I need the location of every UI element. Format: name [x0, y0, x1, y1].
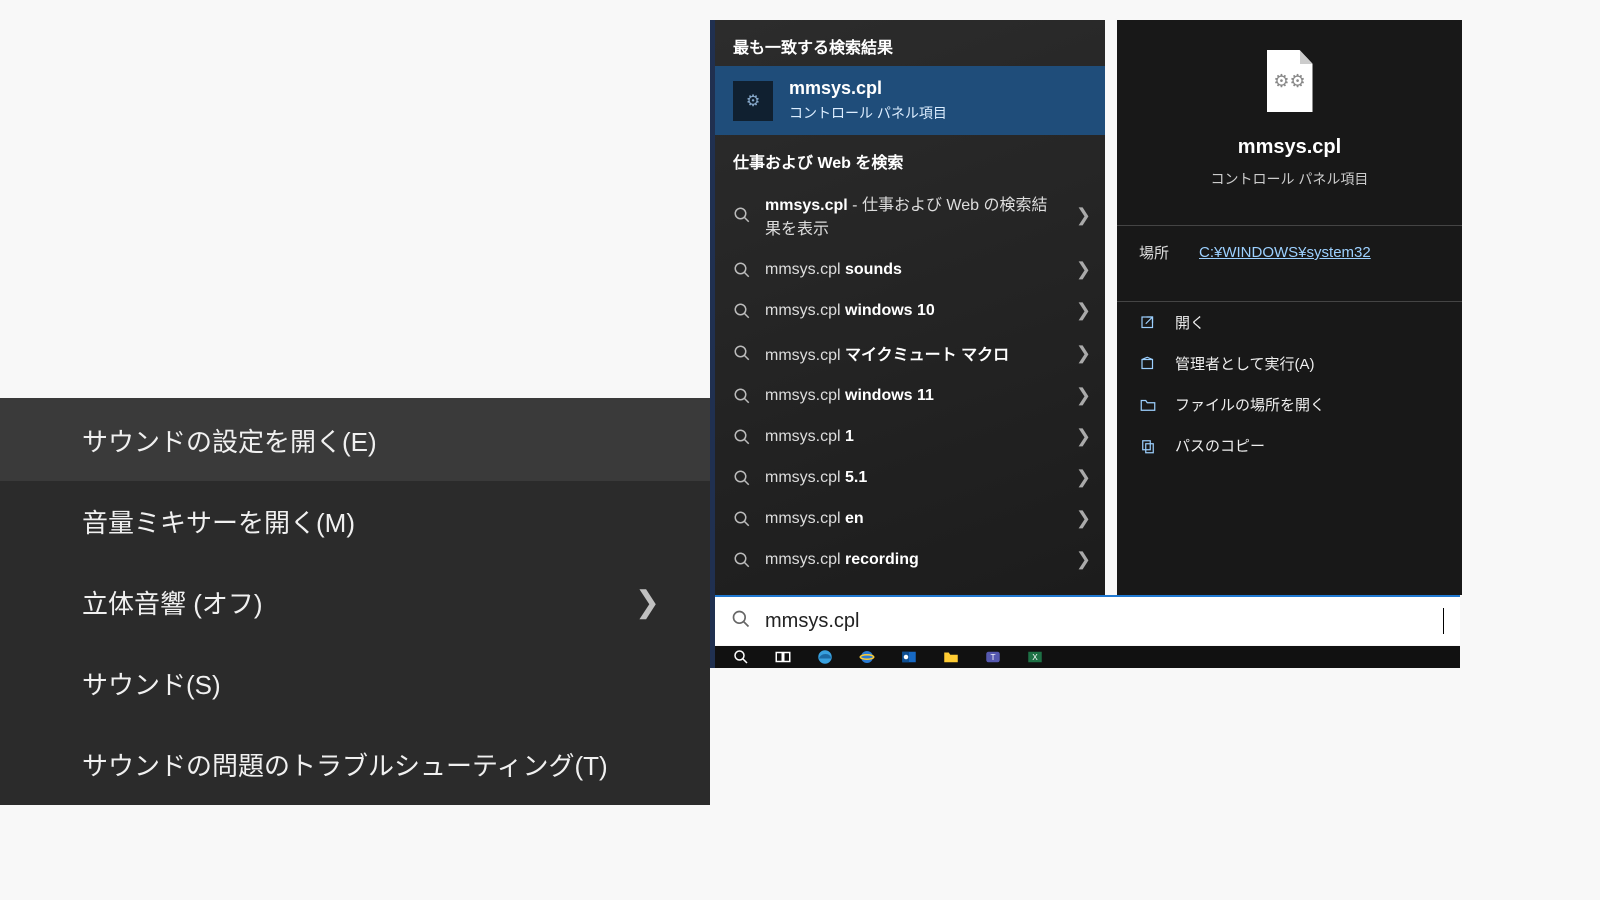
search-icon: [733, 387, 751, 405]
excel-icon[interactable]: X: [1025, 650, 1045, 664]
ctx-troubleshoot[interactable]: サウンドの問題のトラブルシューティング(T): [0, 724, 710, 805]
search-icon: [733, 428, 751, 446]
suggestion-text: mmsys.cpl en: [765, 510, 864, 528]
chevron-right-icon: ❯: [1076, 426, 1091, 447]
action-copy-path[interactable]: パスのコピー: [1117, 425, 1462, 466]
gear-icon: ⚙⚙: [1273, 71, 1305, 92]
suggestion-text: mmsys.cpl sounds: [765, 261, 902, 279]
chevron-right-icon: ❯: [1076, 549, 1091, 570]
shield-icon: [1139, 355, 1157, 373]
search-icon: [733, 510, 751, 528]
search-suggestion[interactable]: mmsys.cpl en ❯: [715, 498, 1105, 539]
suggestion-text: mmsys.cpl 1: [765, 428, 854, 446]
ctx-spatial-sound[interactable]: 立体音響 (オフ) ❯: [0, 562, 710, 643]
search-suggestion[interactable]: mmsys.cpl recording ❯: [715, 539, 1105, 580]
chevron-right-icon: ❯: [1076, 508, 1091, 529]
preview-location-row: 場所 C:¥WINDOWS¥system32: [1117, 226, 1462, 279]
suggestion-text: mmsys.cpl recording: [765, 551, 919, 569]
preview-title: mmsys.cpl: [1127, 136, 1452, 159]
chevron-right-icon: ❯: [1076, 385, 1091, 406]
edge-icon[interactable]: [815, 650, 835, 664]
ctx-label: 音量ミキサーを開く(M): [82, 503, 355, 540]
ctx-open-sound-settings[interactable]: サウンドの設定を開く(E): [0, 400, 710, 481]
location-label: 場所: [1139, 242, 1169, 263]
text-caret: [1443, 608, 1444, 634]
svg-text:X: X: [1032, 653, 1038, 662]
search-suggestion[interactable]: mmsys.cpl windows 10 ❯: [715, 290, 1105, 331]
sound-context-menu: サウンドの設定を開く(E) 音量ミキサーを開く(M) 立体音響 (オフ) ❯ サ…: [0, 398, 710, 805]
taskview-icon[interactable]: [773, 650, 793, 664]
svg-text:T: T: [990, 653, 995, 662]
best-match-header: 最も一致する検索結果: [715, 20, 1105, 66]
action-open[interactable]: 開く: [1117, 302, 1462, 343]
search-suggestion[interactable]: mmsys.cpl sounds ❯: [715, 249, 1105, 290]
search-icon: [733, 551, 751, 569]
search-icon: [731, 609, 751, 634]
taskbar-search-icon[interactable]: [731, 650, 751, 664]
suggestion-text: mmsys.cpl 5.1: [765, 469, 867, 487]
search-suggestion[interactable]: mmsys.cpl 5.1 ❯: [715, 457, 1105, 498]
ctx-label: サウンドの設定を開く(E): [82, 422, 377, 459]
search-icon: [733, 206, 751, 224]
web-search-header: 仕事および Web を検索: [715, 135, 1105, 181]
file-type-icon: ⚙⚙: [1267, 50, 1313, 112]
suggestion-text: mmsys.cpl windows 11: [765, 387, 934, 405]
ctx-label: サウンドの問題のトラブルシューティング(T): [82, 746, 608, 783]
taskbar-strip: T X: [710, 646, 1460, 668]
location-path-link[interactable]: C:¥WINDOWS¥system32: [1199, 244, 1371, 261]
folder-icon: [1139, 396, 1157, 414]
action-label: 開く: [1175, 312, 1205, 333]
best-match-result[interactable]: ⚙ mmsys.cpl コントロール パネル項目: [715, 66, 1105, 135]
ctx-open-volume-mixer[interactable]: 音量ミキサーを開く(M): [0, 481, 710, 562]
teams-icon[interactable]: T: [983, 650, 1003, 664]
start-search-panel: 最も一致する検索結果 ⚙ mmsys.cpl コントロール パネル項目 仕事およ…: [710, 20, 1460, 667]
action-label: ファイルの場所を開く: [1175, 394, 1325, 415]
file-explorer-icon[interactable]: [941, 650, 961, 664]
search-suggestion[interactable]: mmsys.cpl 1 ❯: [715, 416, 1105, 457]
chevron-right-icon: ❯: [1076, 467, 1091, 488]
chevron-right-icon: ❯: [1076, 205, 1091, 226]
search-suggestion[interactable]: mmsys.cpl マイクミュート マクロ ❯: [715, 331, 1105, 375]
chevron-right-icon: ❯: [1076, 300, 1091, 321]
search-icon: [733, 302, 751, 320]
suggestion-text: mmsys.cpl windows 10: [765, 302, 935, 320]
ctx-sounds[interactable]: サウンド(S): [0, 643, 710, 724]
outlook-icon[interactable]: [899, 650, 919, 664]
ctx-label: サウンド(S): [82, 665, 221, 702]
action-label: パスのコピー: [1175, 435, 1265, 456]
ie-icon[interactable]: [857, 650, 877, 664]
preview-subtitle: コントロール パネル項目: [1127, 169, 1452, 189]
search-suggestion[interactable]: mmsys.cpl windows 11 ❯: [715, 375, 1105, 416]
action-open-file-location[interactable]: ファイルの場所を開く: [1117, 384, 1462, 425]
best-match-subtitle: コントロール パネル項目: [789, 103, 947, 123]
chevron-right-icon: ❯: [1076, 343, 1091, 364]
search-input[interactable]: [765, 610, 1439, 633]
control-panel-item-icon: ⚙: [733, 81, 773, 121]
copy-icon: [1139, 437, 1157, 455]
search-results-column: 最も一致する検索結果 ⚙ mmsys.cpl コントロール パネル項目 仕事およ…: [715, 20, 1105, 595]
ctx-label: 立体音響 (オフ): [82, 584, 263, 621]
action-label: 管理者として実行(A): [1175, 353, 1315, 374]
chevron-right-icon: ❯: [635, 585, 660, 620]
search-icon: [733, 344, 751, 362]
search-suggestion[interactable]: mmsys.cpl - 仕事および Web の検索結果を表示 ❯: [715, 181, 1105, 249]
best-match-title: mmsys.cpl: [789, 78, 947, 99]
search-icon: [733, 469, 751, 487]
chevron-right-icon: ❯: [1076, 259, 1091, 280]
search-input-bar[interactable]: [715, 595, 1460, 645]
action-run-as-admin[interactable]: 管理者として実行(A): [1117, 343, 1462, 384]
search-icon: [733, 261, 751, 279]
search-preview-pane: ⚙⚙ mmsys.cpl コントロール パネル項目 場所 C:¥WINDOWS¥…: [1117, 20, 1462, 595]
open-icon: [1139, 314, 1157, 332]
suggestion-text: mmsys.cpl マイクミュート マクロ: [765, 341, 1009, 365]
suggestion-text: mmsys.cpl - 仕事および Web の検索結果を表示: [765, 191, 1062, 239]
